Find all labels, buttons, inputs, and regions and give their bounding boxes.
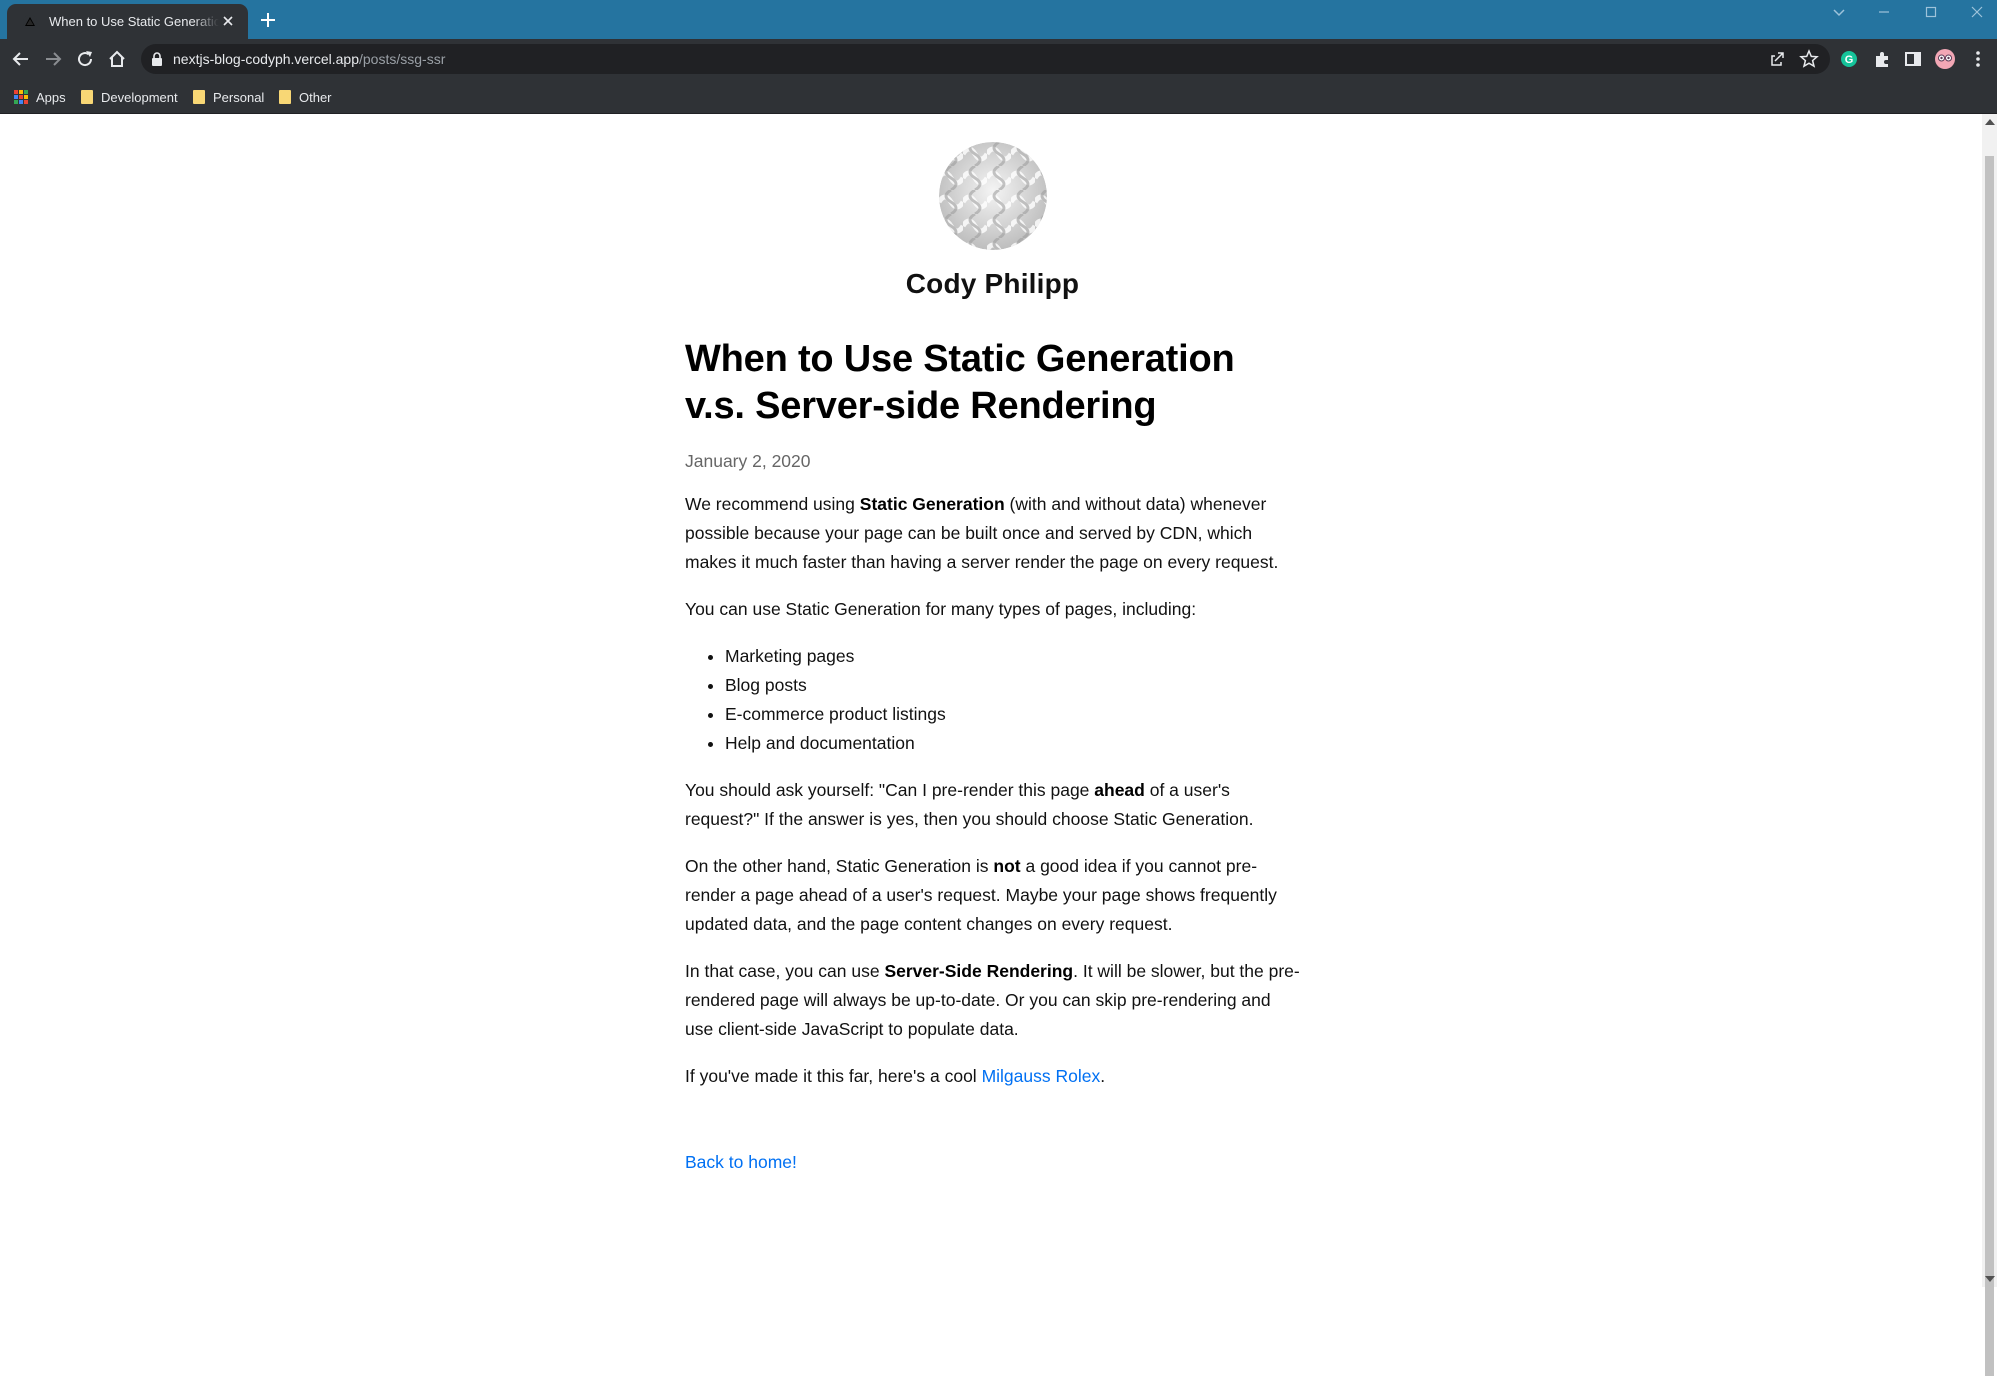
folder-icon: [81, 90, 93, 104]
minimize-icon[interactable]: [1873, 3, 1895, 21]
list-item: Marketing pages: [725, 642, 1300, 671]
bookmark-label: Personal: [213, 89, 265, 105]
maximize-icon[interactable]: [1920, 3, 1942, 21]
list-item: Help and documentation: [725, 729, 1300, 758]
vercel-favicon-icon: [23, 14, 37, 29]
paragraph: In that case, you can use Server-Side Re…: [685, 957, 1300, 1044]
page-types-list: Marketing pages Blog posts E-commerce pr…: [685, 642, 1300, 758]
svg-text:G: G: [1845, 54, 1854, 66]
page-content: Cody Philipp When to Use Static Generati…: [685, 114, 1300, 1173]
author-name: Cody Philipp: [905, 268, 1080, 299]
list-item: Blog posts: [725, 671, 1300, 700]
close-window-icon[interactable]: [1966, 3, 1988, 21]
scrollbar-thumb[interactable]: [1985, 156, 1994, 1376]
tab-search-icon[interactable]: [1828, 3, 1850, 21]
text: You should ask yourself: "Can I pre-rend…: [685, 780, 1095, 800]
browser-toolbar: nextjs-blog-codyph.vercel.app/posts/ssg-…: [0, 39, 1997, 80]
bookmark-apps[interactable]: Apps: [14, 88, 66, 106]
url-text: nextjs-blog-codyph.vercel.app/posts/ssg-…: [173, 51, 445, 67]
bold-text: Static Generation: [859, 494, 1005, 514]
close-tab-icon[interactable]: [220, 13, 236, 29]
home-icon[interactable]: [106, 48, 128, 70]
bookmark-label: Development: [101, 89, 178, 105]
list-item: E-commerce product listings: [725, 700, 1300, 729]
browser-tab[interactable]: When to Use Static Generation v.s. Serve…: [7, 4, 248, 39]
folder-icon: [279, 90, 291, 104]
apps-grid-icon: [14, 90, 28, 104]
paragraph: You can use Static Generation for many t…: [685, 599, 1197, 619]
post-title: When to Use Static Generation v.s. Serve…: [685, 338, 1235, 427]
scroll-up-arrow-icon[interactable]: [1985, 119, 1995, 125]
post-date: January 2, 2020: [685, 451, 811, 471]
back-arrow-icon[interactable]: [10, 48, 32, 70]
bold-text: Server-Side Rendering: [884, 961, 1074, 981]
paragraph: If you've made it this far, here's a coo…: [685, 1062, 1300, 1091]
paragraph: On the other hand, Static Generation is …: [685, 852, 1300, 939]
address-bar[interactable]: nextjs-blog-codyph.vercel.app/posts/ssg-…: [141, 44, 1830, 74]
bold-text: ahead: [1094, 780, 1145, 800]
text: On the other hand, Static Generation is: [685, 856, 994, 876]
bookmark-other[interactable]: Other: [279, 88, 332, 106]
text: If you've made it this far, here's a coo…: [685, 1066, 982, 1086]
back-to-home-link[interactable]: Back to home!: [685, 1152, 1300, 1173]
bookmark-star-icon[interactable]: [1798, 48, 1820, 70]
bookmark-development[interactable]: Development: [81, 88, 178, 106]
scroll-down-arrow-icon[interactable]: [1985, 1276, 1995, 1282]
grammarly-extension-icon[interactable]: G: [1838, 48, 1860, 70]
bookmarks-bar: Apps Development Personal Other: [0, 80, 1997, 114]
side-panel-icon[interactable]: [1902, 48, 1924, 70]
bold-text: not: [993, 856, 1021, 876]
url-path: /posts/ssg-ssr: [359, 51, 446, 67]
lock-icon: [152, 52, 162, 66]
paragraph: We recommend using Static Generation (wi…: [685, 490, 1300, 577]
new-tab-icon[interactable]: [259, 11, 277, 29]
forward-arrow-icon[interactable]: [42, 48, 64, 70]
url-host: nextjs-blog-codyph.vercel.app: [173, 51, 359, 67]
browser-tab-strip: When to Use Static Generation v.s. Serve…: [0, 0, 1997, 39]
milgauss-rolex-link[interactable]: Milgauss Rolex: [982, 1066, 1101, 1086]
post-body: We recommend using Static Generation (wi…: [685, 490, 1300, 1091]
bookmark-label: Apps: [36, 89, 66, 105]
profile-header: Cody Philipp: [685, 142, 1300, 300]
page-scrollbar[interactable]: [1982, 114, 1997, 1376]
text: We recommend using: [685, 494, 860, 514]
bookmark-personal[interactable]: Personal: [193, 88, 264, 106]
kebab-menu-icon[interactable]: [1967, 48, 1989, 70]
extensions-puzzle-icon[interactable]: [1871, 48, 1893, 70]
text: In that case, you can use: [685, 961, 885, 981]
bookmark-label: Other: [299, 89, 332, 105]
text: .: [1100, 1066, 1106, 1086]
reload-icon[interactable]: [74, 48, 96, 70]
profile-avatar-icon[interactable]: [1934, 48, 1956, 70]
share-icon[interactable]: [1767, 48, 1789, 70]
paragraph: You should ask yourself: "Can I pre-rend…: [685, 776, 1300, 834]
tab-title: When to Use Static Generation v.s. Serve…: [49, 14, 219, 29]
folder-icon: [193, 90, 205, 104]
profile-avatar: [938, 142, 1047, 250]
